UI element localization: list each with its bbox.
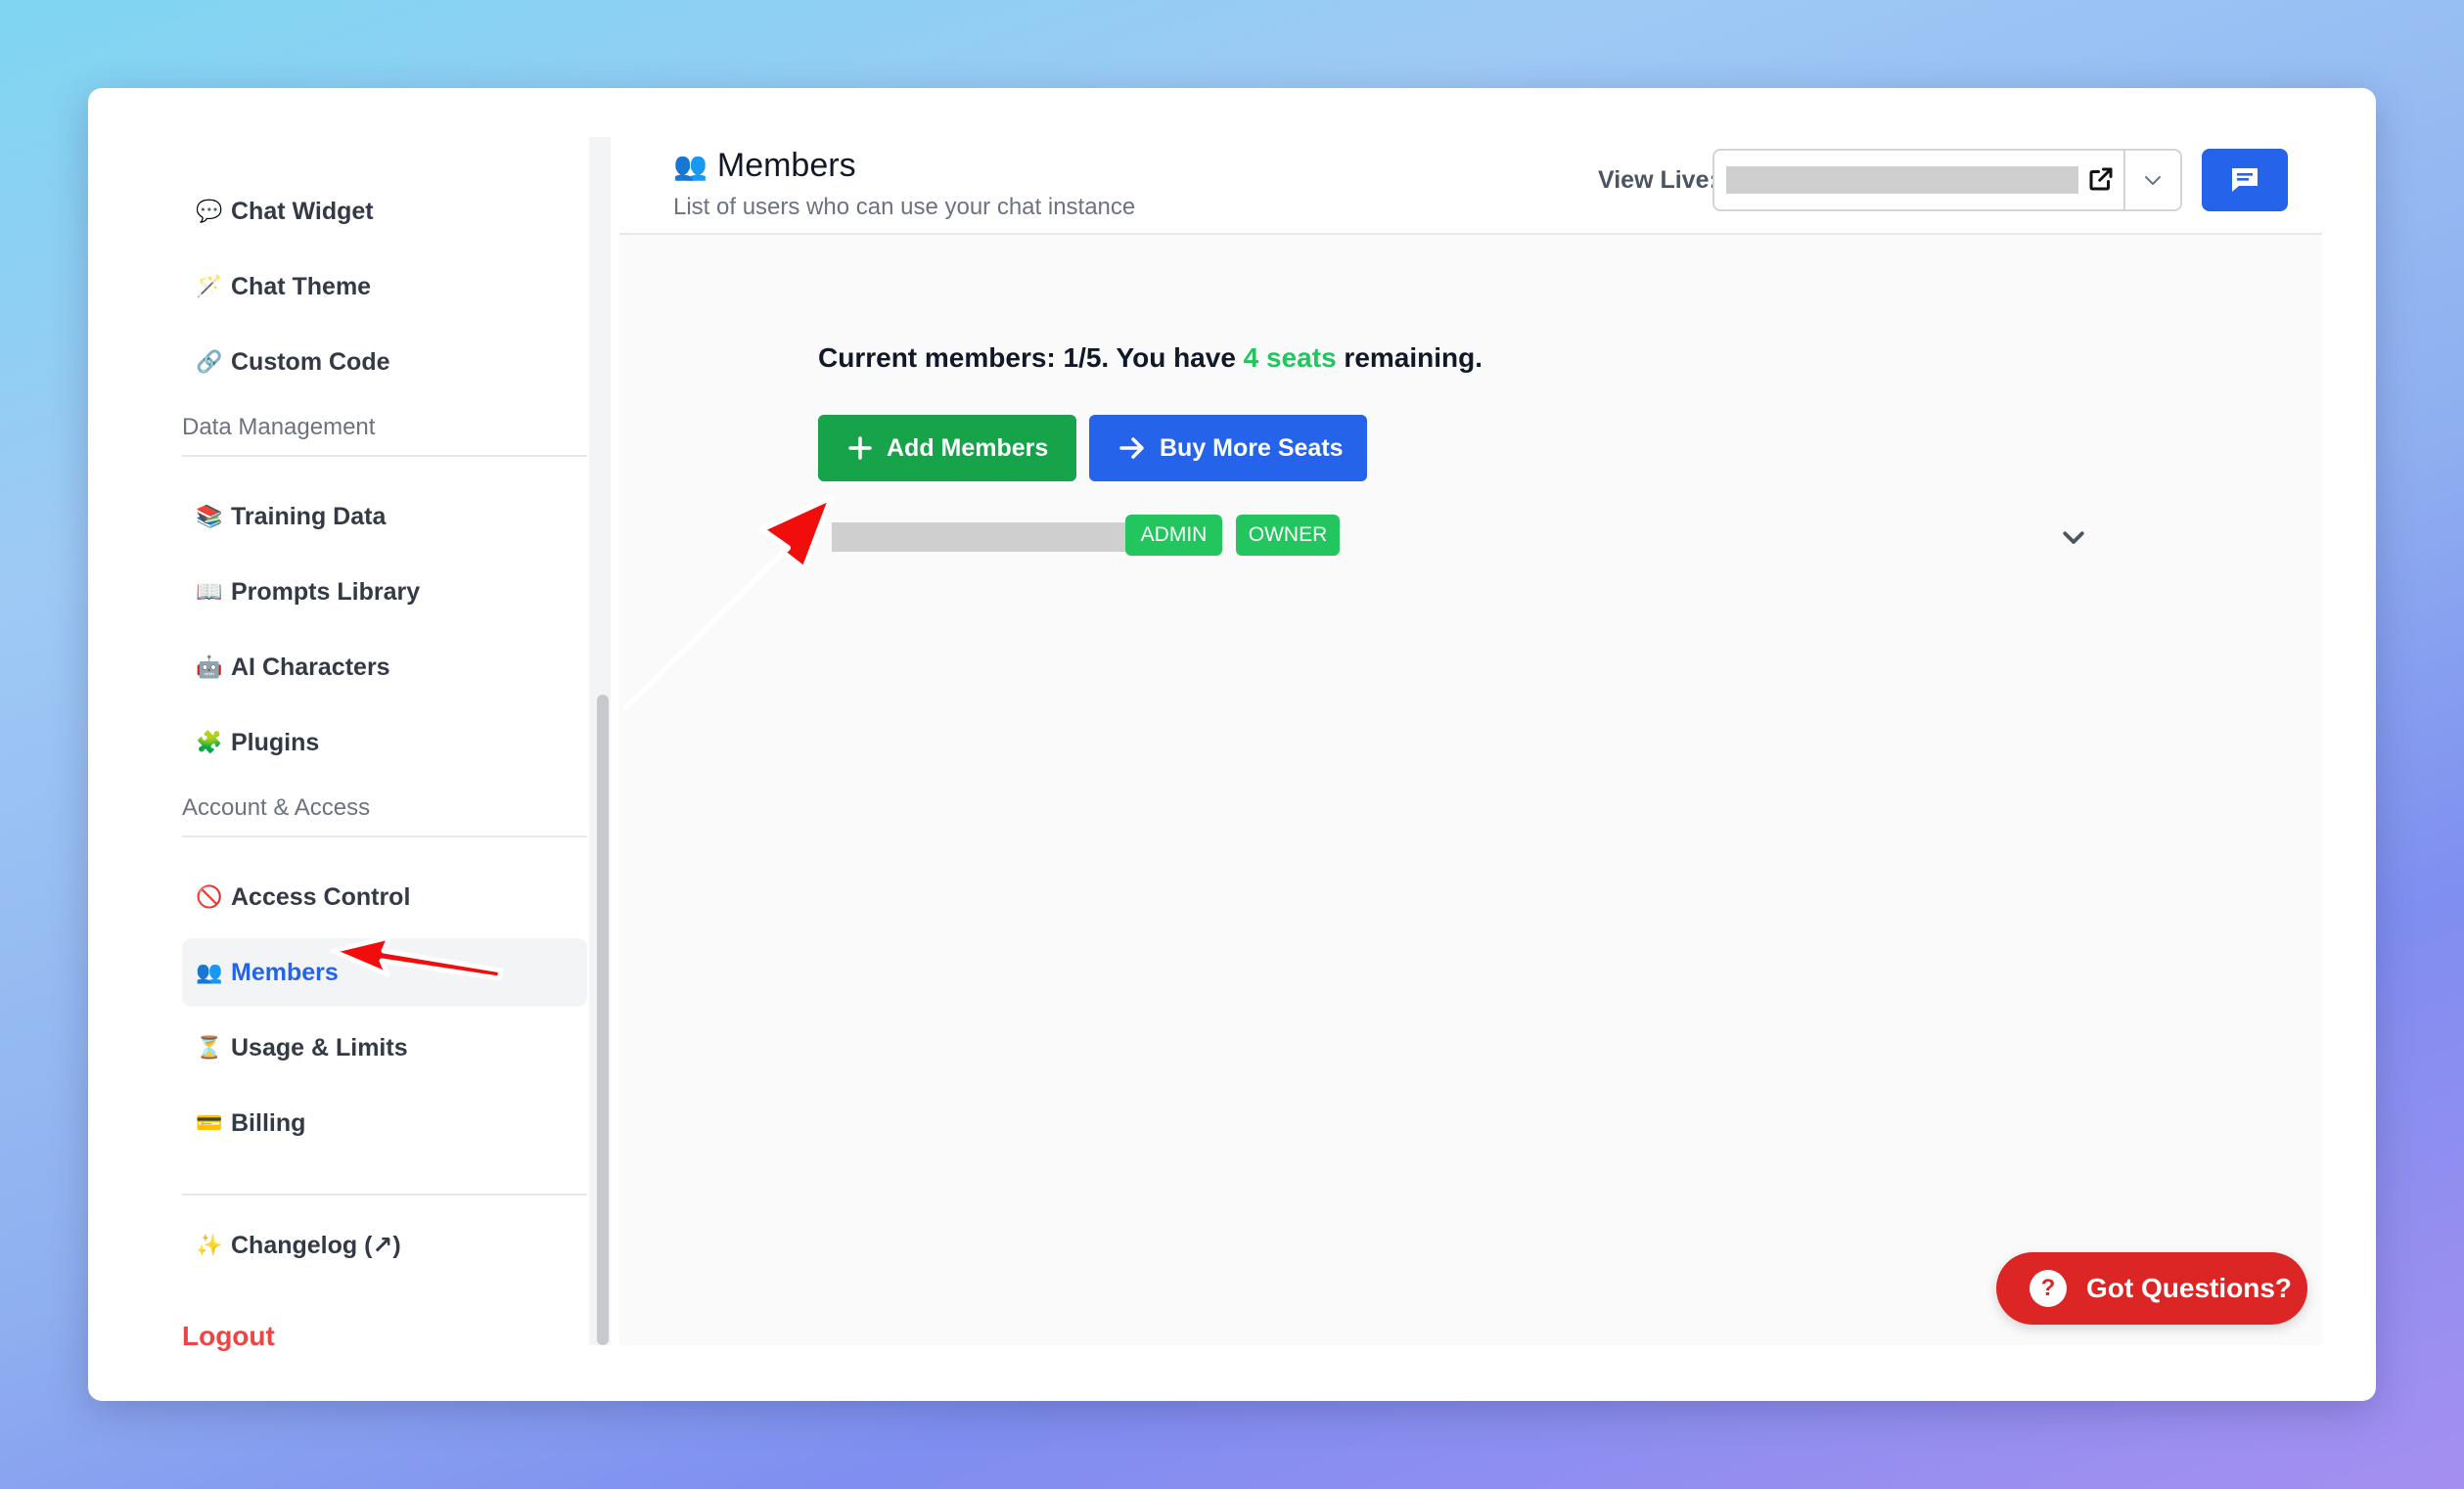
hourglass-icon: ⏳ [196, 1035, 223, 1060]
got-questions-button[interactable]: ? Got Questions? [1996, 1252, 2307, 1325]
add-members-button[interactable]: Add Members [818, 415, 1076, 481]
puzzle-icon: 🧩 [196, 730, 223, 755]
sidebar-item-label: AI Characters [231, 653, 390, 681]
sidebar-item-label: Changelog (↗) [231, 1232, 401, 1259]
main-content: 👥 Members List of users who can use your… [619, 137, 2322, 1345]
credit-card-icon: 💳 [196, 1110, 223, 1136]
sidebar-item-chat-theme[interactable]: 🪄 Chat Theme [182, 252, 587, 321]
app-window: 💬 Chat Widget 🪄 Chat Theme 🔗 Custom Code… [88, 88, 2376, 1401]
page-header: 👥 Members List of users who can use your… [619, 137, 2322, 235]
open-book-icon: 📖 [196, 579, 223, 605]
summary-prefix: Current members: 1/5. You have [818, 342, 1244, 373]
link-icon: 🔗 [196, 349, 223, 375]
sidebar-item-label: Chat Theme [231, 272, 372, 300]
page-title-text: Members [716, 147, 856, 184]
arrow-right-icon [1119, 437, 1144, 459]
sidebar-item-label: Custom Code [231, 347, 390, 376]
section-title-data-management: Data Management [182, 414, 587, 457]
open-chat-button[interactable] [2202, 149, 2288, 211]
sidebar-item-label: Members [231, 958, 339, 986]
chat-message-icon [2232, 168, 2258, 192]
external-link-icon[interactable] [2086, 164, 2116, 194]
magic-wand-icon: 🪄 [196, 274, 223, 299]
books-icon: 📚 [196, 504, 223, 529]
sidebar-item-chat-widget[interactable]: 💬 Chat Widget [182, 177, 587, 246]
sidebar-item-label: Access Control [231, 882, 411, 911]
prohibited-icon: 🚫 [196, 884, 223, 910]
sidebar-item-changelog[interactable]: ✨ Changelog (↗) [182, 1211, 587, 1280]
got-questions-label: Got Questions? [2086, 1273, 2292, 1303]
sidebar-item-access-control[interactable]: 🚫 Access Control [182, 863, 587, 931]
sidebar-item-billing[interactable]: 💳 Billing [182, 1089, 587, 1157]
section-title-account-access: Account & Access [182, 794, 587, 837]
seats-remaining: 4 seats [1243, 342, 1337, 373]
sidebar-item-prompts-library[interactable]: 📖 Prompts Library [182, 558, 587, 626]
badge-admin: ADMIN [1125, 515, 1222, 556]
add-members-label: Add Members [887, 433, 1049, 462]
members-summary: Current members: 1/5. You have 4 seats r… [818, 342, 1483, 374]
question-icon: ? [2030, 1270, 2067, 1307]
page-title: 👥 Members [673, 147, 856, 185]
sidebar-item-usage-limits[interactable]: ⏳ Usage & Limits [182, 1014, 587, 1082]
sidebar-item-members[interactable]: 👥 Members [182, 938, 587, 1007]
sidebar-item-label: Billing [231, 1108, 306, 1137]
sidebar-divider [182, 1194, 587, 1196]
sidebar-item-custom-code[interactable]: 🔗 Custom Code [182, 328, 587, 396]
logout-link[interactable]: Logout [182, 1321, 275, 1352]
sidebar-item-label: Chat Widget [231, 197, 374, 225]
sidebar-scrollbar-thumb[interactable] [597, 695, 609, 1345]
view-live-label: View Live: [1598, 166, 1717, 194]
plus-icon [848, 436, 872, 460]
page-subtitle: List of users who can use your chat inst… [673, 194, 1136, 220]
buy-more-seats-label: Buy More Seats [1160, 433, 1344, 462]
buy-more-seats-button[interactable]: Buy More Seats [1089, 415, 1367, 481]
summary-suffix: remaining. [1336, 342, 1483, 373]
member-row[interactable]: ADMIN OWNER [818, 515, 2090, 564]
sparkles-icon: ✨ [196, 1233, 223, 1258]
sidebar-item-label: Prompts Library [231, 577, 421, 606]
chevron-down-icon[interactable] [2141, 168, 2165, 192]
sidebar-item-label: Usage & Limits [231, 1033, 408, 1061]
people-icon: 👥 [673, 150, 707, 182]
sidebar-item-ai-characters[interactable]: 🤖 AI Characters [182, 633, 587, 701]
sidebar-item-label: Plugins [231, 728, 320, 756]
speech-bubble-icon: 💬 [196, 199, 223, 224]
chevron-down-icon[interactable] [2059, 522, 2088, 552]
member-email-redacted [832, 522, 1130, 552]
sidebar-item-training-data[interactable]: 📚 Training Data [182, 482, 587, 551]
sidebar-item-plugins[interactable]: 🧩 Plugins [182, 708, 587, 777]
select-separator [2123, 151, 2125, 209]
badge-owner: OWNER [1236, 515, 1340, 556]
people-icon: 👥 [196, 960, 223, 985]
view-live-url-redacted[interactable] [1726, 166, 2078, 194]
view-live-select[interactable] [1712, 149, 2182, 211]
robot-icon: 🤖 [196, 654, 223, 680]
sidebar-item-label: Training Data [231, 502, 387, 530]
